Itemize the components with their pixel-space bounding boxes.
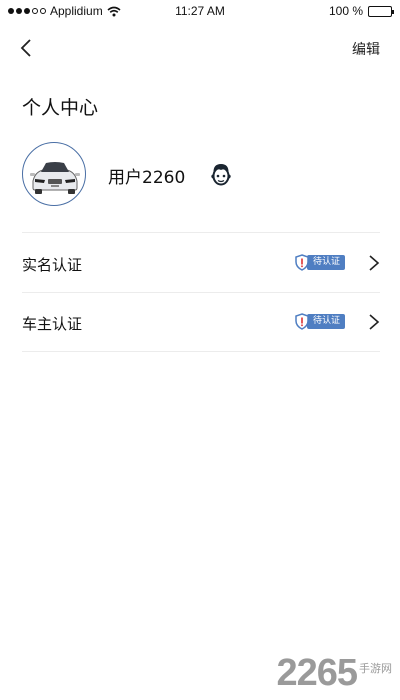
shield-alert-icon [295, 254, 309, 271]
status-badge-text: 待认证 [307, 314, 346, 329]
car-avatar-icon [30, 162, 80, 194]
face-icon [211, 164, 231, 186]
page-title: 个人中心 [22, 97, 99, 119]
username: 用户2260 [108, 168, 186, 188]
divider [22, 232, 380, 233]
battery-icon [368, 5, 394, 17]
row-real-name-verification[interactable]: 实名认证 待认证 [22, 234, 380, 292]
profile-header: 用户2260 [22, 142, 380, 208]
nav-bar: 编辑 [0, 30, 400, 66]
chevron-right-icon [369, 255, 380, 271]
chevron-left-icon [20, 39, 31, 57]
watermark: 2265 手游网 [276, 654, 392, 692]
row-label: 实名认证 [22, 256, 83, 274]
shield-alert-icon [295, 313, 309, 330]
status-badge: 待认证 [295, 254, 349, 271]
status-badge: 待认证 [295, 313, 349, 330]
back-button[interactable] [16, 36, 40, 60]
avatar[interactable] [22, 142, 86, 206]
row-owner-verification[interactable]: 车主认证 待认证 [22, 293, 380, 351]
status-badge-text: 待认证 [307, 255, 346, 270]
edit-button[interactable]: 编辑 [352, 39, 380, 59]
watermark-number: 2265 [276, 652, 358, 694]
status-right: 100 % [328, 4, 394, 18]
chevron-right-icon [369, 314, 380, 330]
row-label: 车主认证 [22, 315, 83, 333]
status-bar: Applidium 11:27 AM 100 % [0, 0, 400, 22]
watermark-suffix: 手游网 [359, 662, 392, 675]
divider [22, 351, 380, 352]
battery-percent: 100 % [328, 4, 363, 18]
